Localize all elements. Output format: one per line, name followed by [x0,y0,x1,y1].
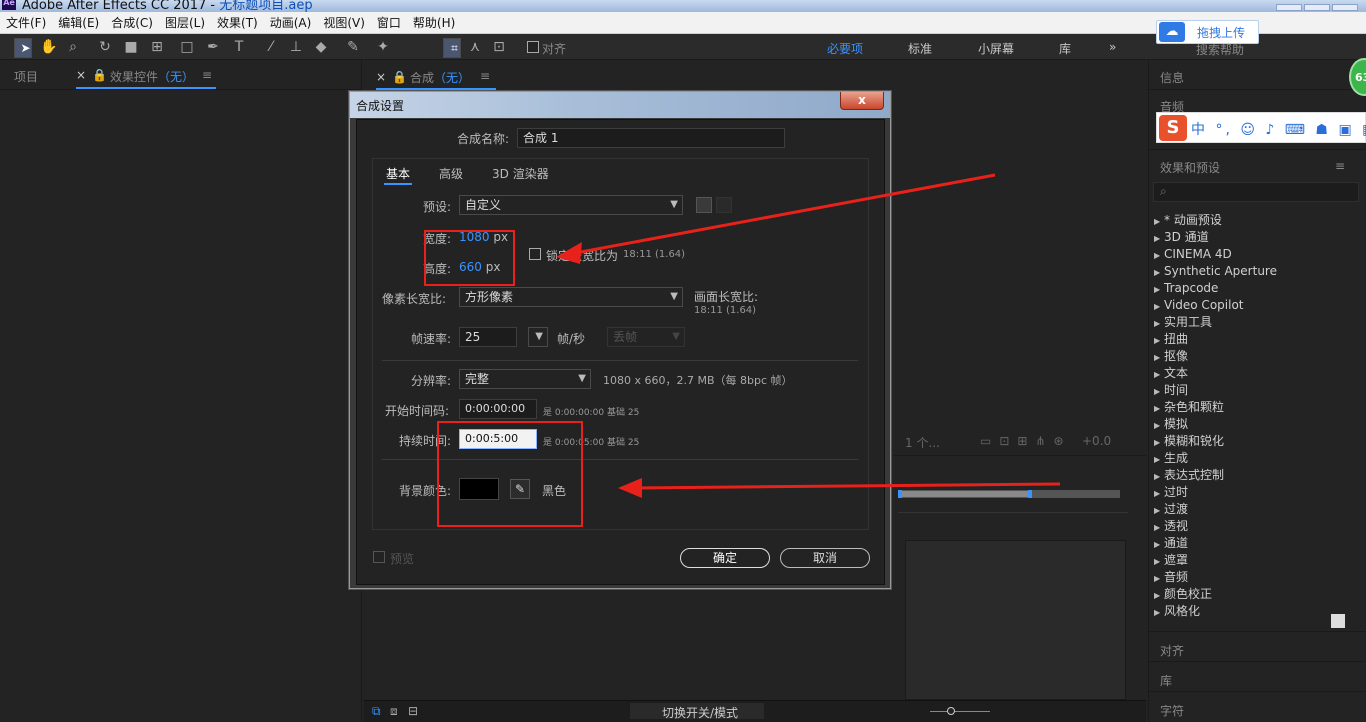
annotation-arrowhead-bg [618,478,642,498]
annotation-arrowhead-lock [556,242,582,264]
annotation-arrow-to-lock [569,173,996,256]
annotation-arrows [556,173,1061,498]
annotation-arrow-to-bg [634,482,1061,490]
